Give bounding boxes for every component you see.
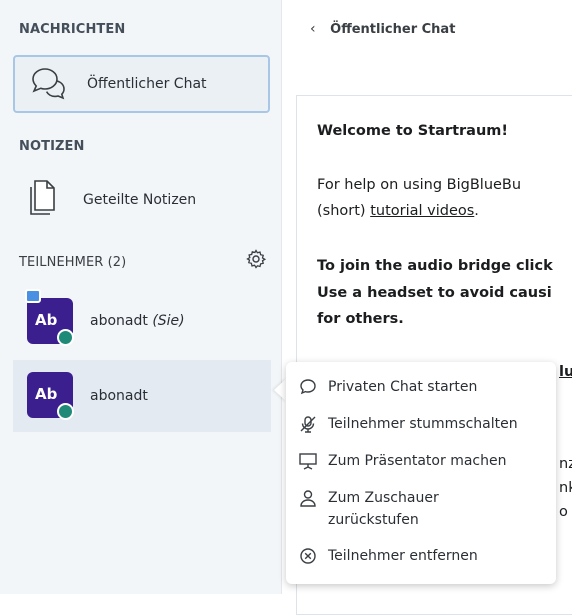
welcome-line: Welcome to Startraum!	[317, 123, 508, 139]
partial-text: nk	[559, 480, 572, 496]
audio-line-2: Use a headset to avoid causi	[317, 285, 552, 301]
partial-text: nz	[559, 456, 572, 472]
help-line-2: (short) tutorial videos.	[317, 203, 479, 219]
chevron-left-icon[interactable]: ‹	[310, 21, 316, 37]
avatar-initials: Ab	[35, 311, 58, 329]
notes-section-title: NOTIZEN	[19, 139, 85, 154]
avatar: Ab	[25, 289, 74, 346]
chat-bubbles-icon	[29, 66, 69, 106]
participants-section-title: TEILNEHMER (2)	[19, 255, 127, 270]
menu-item-label-2: zurückstufen	[328, 512, 419, 528]
participant-name: abonadt (Sie)	[90, 313, 185, 329]
gear-icon[interactable]	[246, 249, 267, 273]
menu-item-label: Zum Präsentator machen	[328, 453, 507, 469]
mic-status-icon	[57, 329, 74, 346]
partial-text: o	[559, 504, 568, 520]
presenter-icon	[25, 289, 41, 303]
avatar: Ab	[27, 372, 74, 420]
participant-row-self[interactable]: Ab abonadt (Sie)	[13, 286, 271, 358]
remove-circle-icon	[298, 546, 318, 570]
demote-viewer-item[interactable]: Zum Zuschauer zurückstufen	[298, 488, 548, 532]
chat-title: Öffentlicher Chat	[330, 22, 456, 37]
self-indicator: (Sie)	[152, 313, 185, 329]
sidebar: NACHRICHTEN Öffentlicher Chat NOTIZEN Ge…	[0, 0, 282, 594]
menu-item-label: Zum Zuschauer	[328, 490, 439, 506]
menu-item-label: Teilnehmer entfernen	[328, 548, 478, 564]
chat-header[interactable]: ‹ Öffentlicher Chat	[310, 21, 455, 37]
participant-context-menu: Privaten Chat starten Teilnehmer stummsc…	[286, 362, 556, 584]
menu-item-label: Teilnehmer stummschalten	[328, 416, 518, 432]
audio-line: To join the audio bridge click	[317, 258, 553, 274]
menu-item-label: Privaten Chat starten	[328, 379, 478, 395]
help-line: For help on using BigBlueBu	[317, 177, 522, 193]
public-chat-label: Öffentlicher Chat	[87, 76, 207, 92]
help-text: (short)	[317, 203, 366, 219]
shared-notes-item[interactable]: Geteilte Notizen	[13, 170, 270, 230]
partial-link[interactable]: lu	[559, 364, 572, 380]
mic-status-icon	[57, 403, 74, 420]
audio-line-3: for others.	[317, 311, 404, 327]
tutorial-videos-link[interactable]: tutorial videos	[370, 203, 474, 219]
shared-notes-label: Geteilte Notizen	[83, 192, 197, 208]
mic-off-icon	[298, 414, 318, 438]
chat-bubble-icon	[298, 377, 318, 401]
public-chat-item[interactable]: Öffentlicher Chat	[13, 55, 270, 113]
help-punctuation: .	[474, 203, 479, 219]
participant-name-text: abonadt	[90, 313, 148, 329]
participant-name: abonadt	[90, 388, 148, 404]
user-icon	[298, 488, 318, 512]
participant-row[interactable]: Ab abonadt	[13, 360, 271, 432]
messages-section-title: NACHRICHTEN	[19, 22, 126, 37]
documents-icon	[25, 178, 59, 222]
presentation-icon	[298, 451, 318, 475]
avatar-initials: Ab	[35, 385, 58, 403]
